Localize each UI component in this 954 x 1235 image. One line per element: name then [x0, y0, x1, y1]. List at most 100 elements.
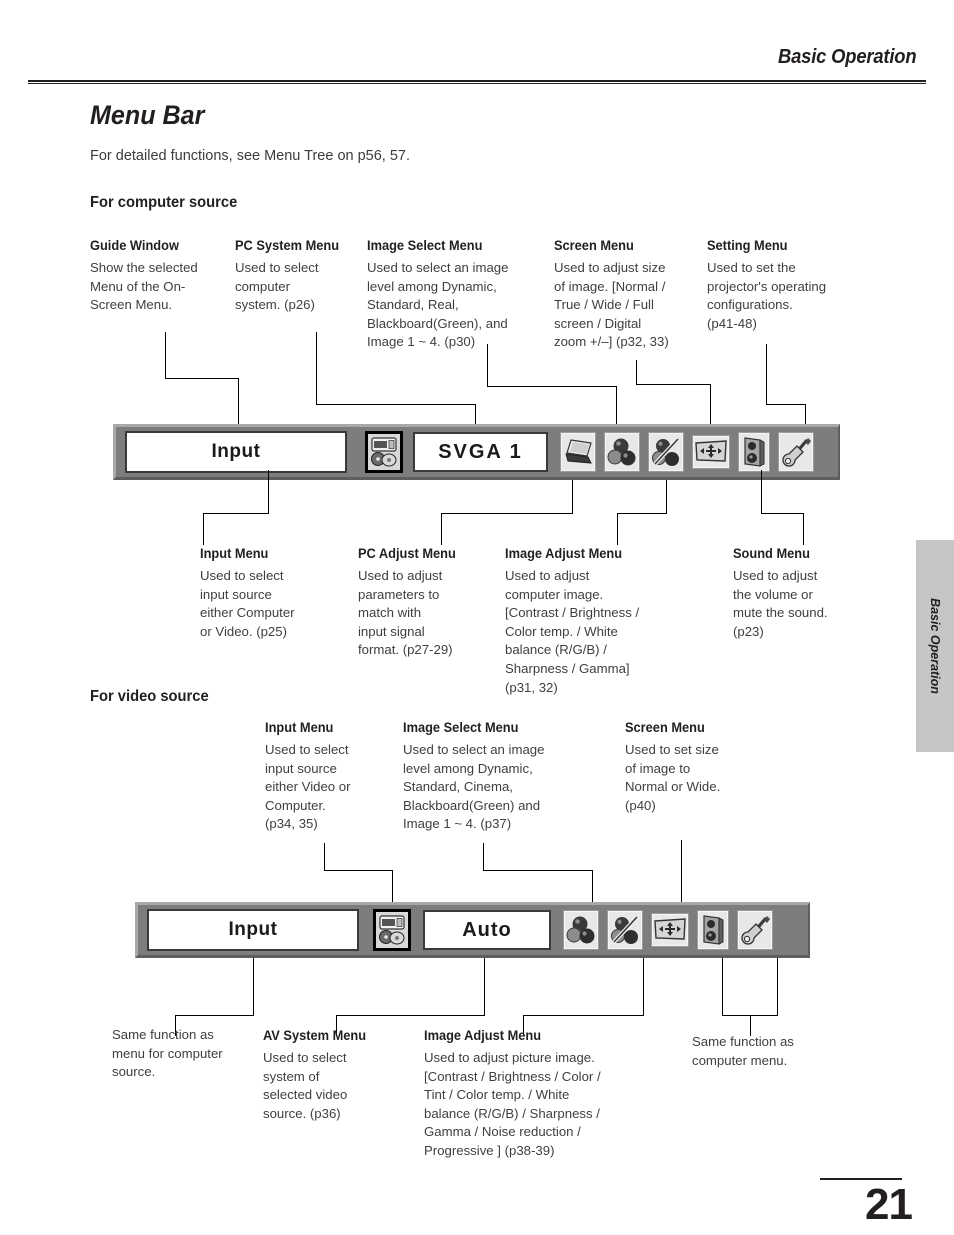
section-heading-computer: For computer source — [90, 194, 238, 211]
av-system-icon[interactable] — [373, 909, 411, 951]
image-select-balls-icon[interactable] — [563, 910, 599, 950]
leader-line-setting — [766, 404, 806, 405]
leader-line-setting — [805, 404, 806, 424]
annotation-body: Used to adjust computer image. [Contrast… — [505, 568, 640, 695]
leader-line-video-same-computer — [175, 1015, 254, 1016]
screen-icon[interactable] — [651, 913, 689, 947]
annotation-title: PC Adjust Menu — [358, 546, 456, 561]
menubar-computer[interactable]: Input SVGA 1 — [113, 424, 840, 480]
leader-line-sound — [761, 513, 804, 514]
tools-glyph — [741, 916, 770, 945]
leader-line-guide-window — [165, 332, 166, 378]
section-heading-video: For video source — [90, 688, 209, 705]
leader-line-sound — [803, 513, 804, 545]
leader-line-video-same-computer — [253, 958, 254, 1016]
system-value-box[interactable]: Auto — [423, 910, 551, 950]
screen-glyph — [695, 440, 727, 462]
annotation-body: Used to set size of image to Normal or W… — [625, 742, 721, 813]
annotation-body: Used to adjust the volume or mute the so… — [733, 568, 828, 639]
annotation-title: Image Select Menu — [403, 720, 519, 735]
annotation-image-select-menu: Image Select Menu Used to select an imag… — [367, 238, 552, 352]
annotation-image-adjust-menu: Image Adjust Menu Used to adjust compute… — [505, 546, 701, 697]
leader-line-pc-system — [316, 404, 476, 405]
annotation-title: Input Menu — [265, 720, 334, 735]
tools-glyph — [782, 438, 811, 467]
leader-line-video-same-computer-2 — [777, 958, 778, 1016]
leader-line-screen — [636, 360, 637, 384]
leader-line-pc-system — [316, 332, 317, 404]
annotation-title: Image Adjust Menu — [424, 1028, 542, 1043]
page-intro: For detailed functions, see Menu Tree on… — [90, 148, 411, 164]
setting-tools-icon[interactable] — [737, 910, 773, 950]
pc-system-glyph — [371, 437, 397, 467]
leader-line-image-adjust — [617, 513, 667, 514]
annotation-body: Used to select input source either Video… — [265, 742, 351, 832]
annotation-pc-adjust-menu: PC Adjust Menu Used to adjust parameters… — [358, 546, 498, 660]
pc-adjust-laptop-icon[interactable] — [560, 432, 596, 472]
annotation-video-image-select-menu: Image Select Menu Used to select an imag… — [403, 720, 593, 834]
annotation-input-menu: Input Menu Used to select input source e… — [200, 546, 340, 641]
annotation-body: Same function as computer menu. — [692, 1034, 794, 1068]
annotation-sound-menu: Sound Menu Used to adjust the volume or … — [733, 546, 873, 641]
annotation-title: Image Adjust Menu — [505, 546, 623, 561]
leader-line-video-input — [324, 870, 393, 871]
leader-line-av-system — [336, 1015, 485, 1016]
annotation-body: Used to adjust parameters to match with … — [358, 568, 453, 658]
leader-line-screen — [636, 384, 711, 385]
sound-speaker-icon[interactable] — [697, 910, 729, 950]
leader-line-image-select — [616, 386, 617, 424]
page-title: Menu Bar — [90, 100, 205, 130]
annotation-guide-window: Guide Window Show the selected Menu of t… — [90, 238, 230, 315]
running-head: Basic Operation — [777, 46, 917, 68]
leader-line-video-screen — [681, 840, 682, 902]
pc-system-icon[interactable] — [365, 431, 403, 473]
leader-line-video-input — [392, 870, 393, 902]
annotation-body: Used to select system of selected video … — [263, 1050, 348, 1121]
leader-line-input-menu — [203, 513, 204, 545]
leader-line-image-adjust — [666, 480, 667, 513]
annotation-title: Guide Window — [90, 238, 179, 253]
guide-window-box[interactable]: Input — [147, 909, 359, 951]
leader-line-pc-adjust — [572, 480, 573, 513]
annotation-title: AV System Menu — [263, 1028, 367, 1043]
leader-line-sound — [761, 470, 762, 514]
annotation-pc-system-menu: PC System Menu Used to select computer s… — [235, 238, 363, 315]
annotation-video-same-as-computer: Same function as menu for computer sourc… — [112, 1026, 267, 1082]
annotation-av-system-menu: AV System Menu Used to select system of … — [263, 1028, 403, 1123]
leader-line-guide-window — [238, 378, 239, 424]
annotation-title: Screen Menu — [554, 238, 634, 253]
sound-speaker-icon[interactable] — [738, 432, 770, 472]
annotation-video-image-adjust-menu: Image Adjust Menu Used to adjust picture… — [424, 1028, 654, 1161]
image-adjust-balls-pencil-icon[interactable] — [607, 910, 643, 950]
leader-line-video-image-adjust — [523, 1015, 644, 1016]
leader-line-screen — [710, 384, 711, 424]
leader-line-pc-adjust — [441, 513, 442, 545]
annotation-video-same-as-computer-2: Same function as computer menu. — [692, 1033, 842, 1070]
annotation-setting-menu: Setting Menu Used to set the projector's… — [707, 238, 857, 333]
annotation-body: Used to set the projector's operating co… — [707, 260, 827, 331]
annotation-body: Show the selected Menu of the On- Screen… — [90, 260, 198, 313]
annotation-title: PC System Menu — [235, 238, 340, 253]
menubar-video[interactable]: Input Auto — [135, 902, 810, 958]
page-number: 21 — [865, 1180, 913, 1229]
annotation-body: Used to adjust picture image. [Contrast … — [424, 1050, 601, 1158]
av-system-glyph — [379, 915, 405, 945]
leader-line-image-select — [487, 386, 617, 387]
annotation-body: Same function as menu for computer sourc… — [112, 1027, 223, 1080]
leader-line-video-image-select — [483, 870, 593, 871]
screen-icon[interactable] — [692, 435, 730, 469]
side-tab-label: Basic Operation — [928, 598, 942, 694]
annotation-body: Used to select an image level among Dyna… — [367, 260, 509, 350]
setting-tools-icon[interactable] — [778, 432, 814, 472]
annotation-title: Image Select Menu — [367, 238, 483, 253]
system-value-box[interactable]: SVGA 1 — [413, 432, 548, 472]
leader-line-image-adjust — [617, 513, 618, 545]
leader-line-image-select — [487, 344, 488, 386]
header-rule — [28, 80, 926, 84]
annotation-video-screen-menu: Screen Menu Used to set size of image to… — [625, 720, 765, 815]
image-select-balls-icon[interactable] — [604, 432, 640, 472]
guide-window-box[interactable]: Input — [125, 431, 347, 473]
image-adjust-balls-pencil-icon[interactable] — [648, 432, 684, 472]
leader-line-video-image-adjust — [643, 958, 644, 1016]
side-tab-basic-operation: Basic Operation — [916, 540, 954, 752]
